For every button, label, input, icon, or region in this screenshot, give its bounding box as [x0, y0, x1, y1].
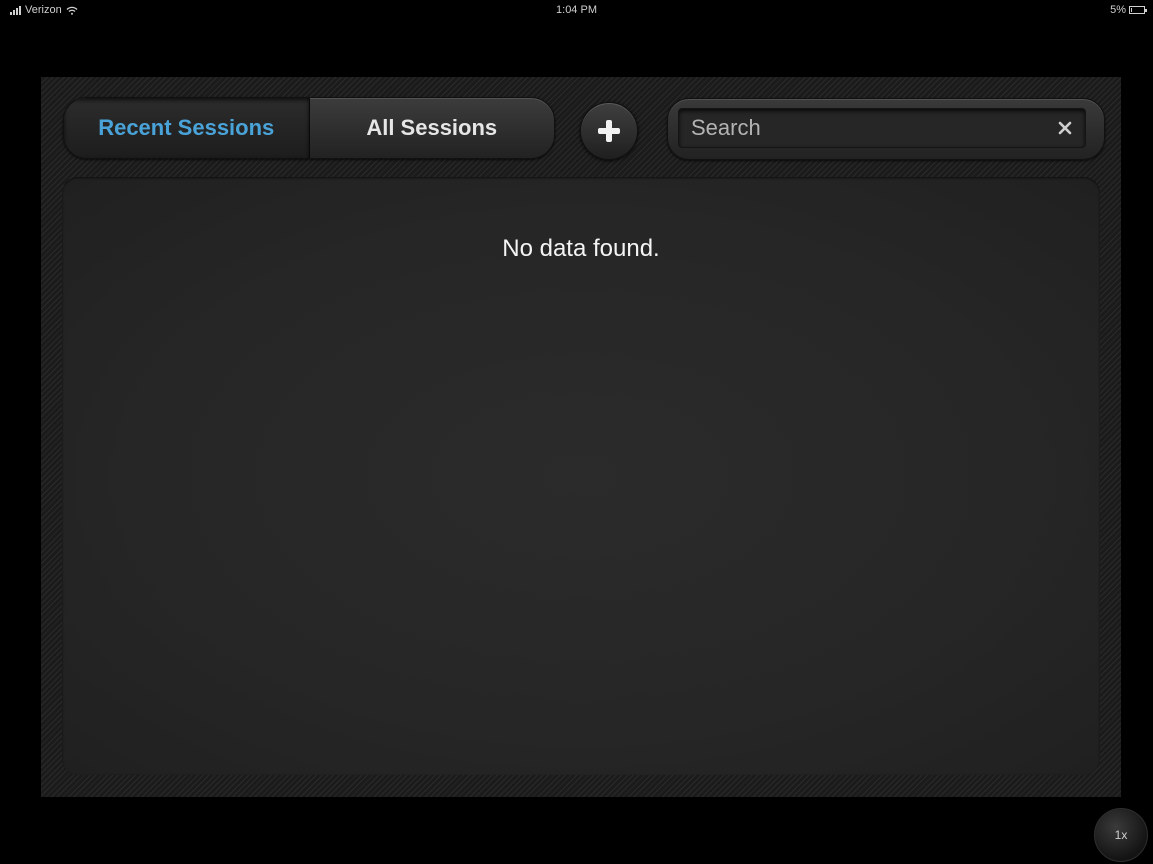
- session-tabs: Recent Sessions All Sessions: [63, 97, 555, 159]
- battery-icon: [1129, 6, 1147, 14]
- add-session-button[interactable]: [580, 102, 638, 160]
- close-icon[interactable]: [1045, 108, 1085, 148]
- tab-all-sessions[interactable]: All Sessions: [308, 98, 555, 158]
- search-field: [678, 108, 1086, 148]
- ipad-screen: Verizon 1:04 PM 5% Recent Sessions All S…: [0, 0, 1153, 864]
- tab-recent-sessions[interactable]: Recent Sessions: [64, 98, 309, 158]
- search-input[interactable]: [679, 108, 1045, 148]
- status-bar: Verizon 1:04 PM 5%: [0, 0, 1153, 22]
- status-right: 5%: [1110, 4, 1147, 16]
- empty-state-message: No data found.: [502, 235, 660, 262]
- speed-button[interactable]: 1x: [1094, 808, 1148, 862]
- search-bar: [667, 98, 1105, 160]
- sessions-panel: Recent Sessions All Sessions No data fou…: [41, 77, 1121, 797]
- plus-icon: [598, 120, 620, 142]
- battery-percent: 5%: [1110, 4, 1126, 16]
- battery-level: [1131, 8, 1132, 12]
- status-time: 1:04 PM: [556, 4, 597, 16]
- sessions-list: No data found.: [62, 177, 1100, 775]
